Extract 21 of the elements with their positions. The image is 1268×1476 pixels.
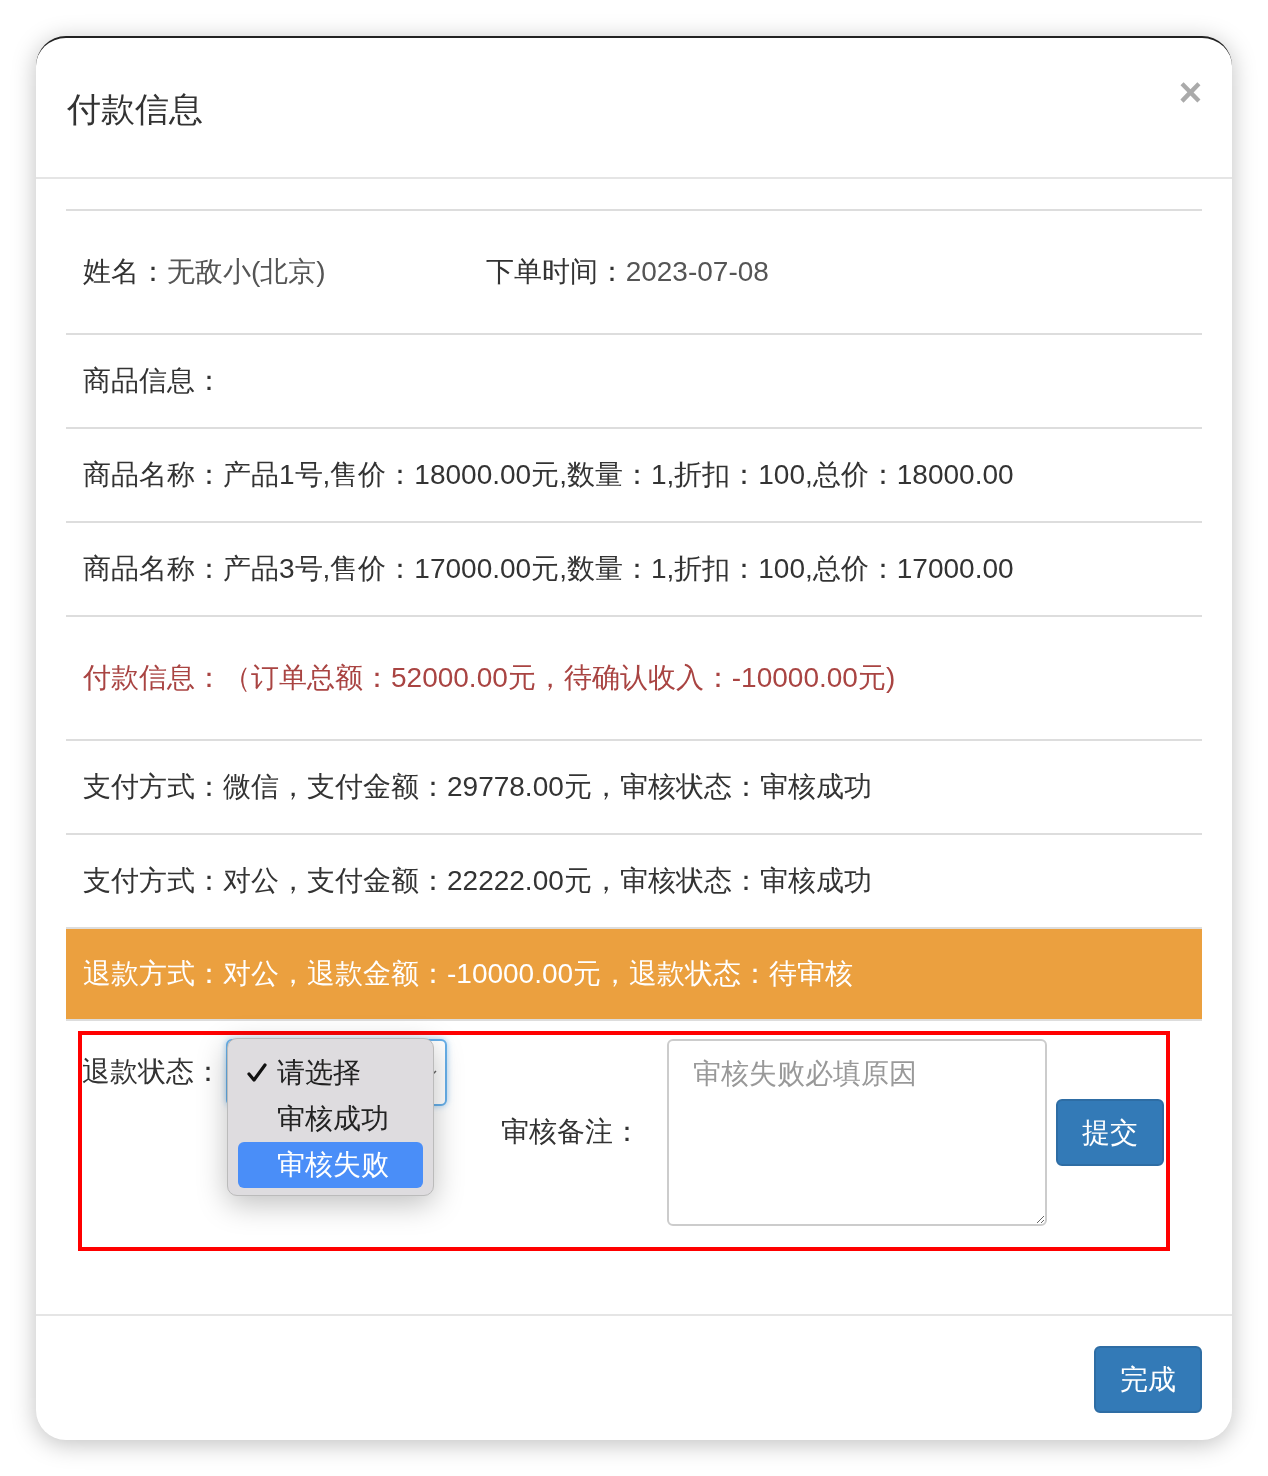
submit-button[interactable]: 提交: [1056, 1099, 1164, 1166]
refund-record: 退款方式：对公，退款金额：-10000.00元，退款状态：待审核: [83, 957, 854, 991]
field-label: 下单时间：: [485, 255, 626, 289]
payment-record: 支付方式：对公，支付金额：22222.00元，审核状态：审核成功: [83, 864, 872, 898]
field-label: 审核备注：: [501, 1115, 641, 1149]
remark-field[interactable]: 审核失败必填原因: [667, 1039, 1047, 1226]
field-label: 姓名：: [83, 255, 167, 289]
section-heading: 商品信息：: [83, 364, 223, 398]
payment-record: 支付方式：微信，支付金额：29778.00元，审核状态：审核成功: [83, 770, 872, 804]
dropdown-option[interactable]: 审核成功: [238, 1096, 423, 1142]
product-line: 商品名称：产品3号,售价：17000.00元,数量：1,折扣：100,总价：17000.00: [83, 552, 1014, 586]
done-button[interactable]: 完成: [1094, 1346, 1202, 1413]
product-line: 商品名称：产品1号,售价：18000.00元,数量：1,折扣：100,总价：18000.00: [83, 458, 1014, 492]
dropdown-option[interactable]: 审核失败: [238, 1142, 423, 1188]
field-value: 无敌小(北京): [167, 255, 326, 289]
payment-summary: 付款信息：（订单总额：52000.00元，待确认收入：-10000.00元): [83, 661, 896, 695]
dialog-title: 付款信息: [67, 89, 203, 130]
field-value: 2023-07-08: [625, 256, 769, 288]
field-label: 退款状态：: [82, 1055, 222, 1089]
dropdown-option[interactable]: 请选择: [238, 1050, 423, 1096]
close-button[interactable]: ×: [1178, 72, 1202, 112]
